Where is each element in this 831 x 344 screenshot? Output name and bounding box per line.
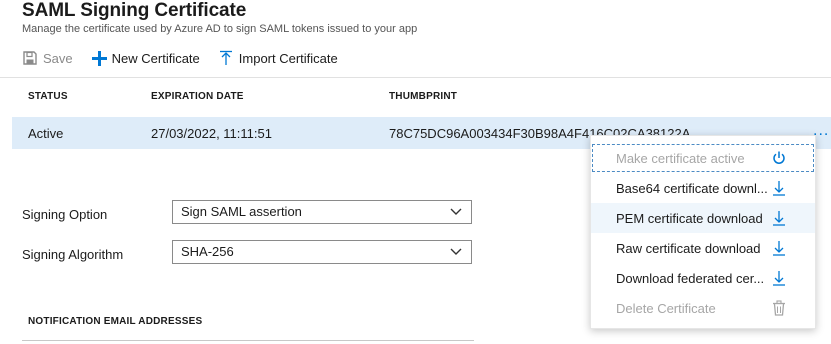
menu-item-base64-download[interactable]: Base64 certificate downl...: [591, 173, 815, 203]
column-header-status: STATUS: [28, 91, 68, 102]
import-certificate-label: Import Certificate: [238, 50, 338, 66]
new-certificate-label: New Certificate: [111, 50, 200, 66]
column-header-thumbprint: THUMBPRINT: [389, 91, 458, 102]
menu-item-pem-download[interactable]: PEM certificate download: [591, 203, 815, 233]
toolbar-divider: [0, 77, 831, 78]
menu-item-label: Download federated cer...: [616, 271, 765, 286]
download-icon: [771, 240, 787, 256]
certificate-context-menu: Make certificate active Base64 certifica…: [590, 135, 816, 329]
menu-item-federated-download[interactable]: Download federated cer...: [591, 263, 815, 293]
row-expiration: 27/03/2022, 11:11:51: [151, 126, 272, 141]
signing-option-value: Sign SAML assertion: [181, 204, 302, 219]
page-title: SAML Signing Certificate: [22, 0, 247, 21]
menu-item-delete-certificate[interactable]: Delete Certificate: [591, 293, 815, 323]
menu-item-label: Make certificate active: [616, 151, 745, 166]
column-header-expiration: EXPIRATION DATE: [151, 91, 244, 102]
trash-icon: [771, 300, 787, 316]
signing-algorithm-value: SHA-256: [181, 244, 234, 259]
power-icon: [771, 150, 787, 166]
save-button[interactable]: Save: [22, 50, 73, 66]
menu-item-make-active[interactable]: Make certificate active: [591, 143, 815, 173]
menu-item-label: PEM certificate download: [616, 211, 763, 226]
menu-item-label: Delete Certificate: [616, 301, 716, 316]
signing-algorithm-select[interactable]: SHA-256: [172, 240, 472, 264]
upload-icon: [218, 50, 234, 66]
download-icon: [771, 270, 787, 286]
download-icon: [771, 210, 787, 226]
menu-item-label: Base64 certificate downl...: [616, 181, 768, 196]
signing-algorithm-label: Signing Algorithm: [22, 247, 124, 262]
plus-icon: [91, 50, 107, 66]
notification-email-input[interactable]: [22, 340, 474, 341]
toolbar: Save New Certificate Import Certificate: [22, 46, 356, 70]
signing-option-select[interactable]: Sign SAML assertion: [172, 200, 472, 224]
row-status: Active: [28, 126, 64, 141]
signing-option-label: Signing Option: [22, 207, 108, 222]
import-certificate-button[interactable]: Import Certificate: [218, 50, 338, 66]
new-certificate-button[interactable]: New Certificate: [91, 50, 200, 66]
notification-email-label: NOTIFICATION EMAIL ADDRESSES: [28, 316, 203, 327]
chevron-down-icon: [449, 244, 463, 261]
save-label: Save: [43, 50, 73, 66]
menu-item-label: Raw certificate download: [616, 241, 761, 256]
menu-item-raw-download[interactable]: Raw certificate download: [591, 233, 815, 263]
page-subtitle: Manage the certificate used by Azure AD …: [22, 23, 418, 35]
save-icon: [22, 50, 38, 66]
chevron-down-icon: [449, 204, 463, 221]
download-icon: [771, 180, 787, 196]
